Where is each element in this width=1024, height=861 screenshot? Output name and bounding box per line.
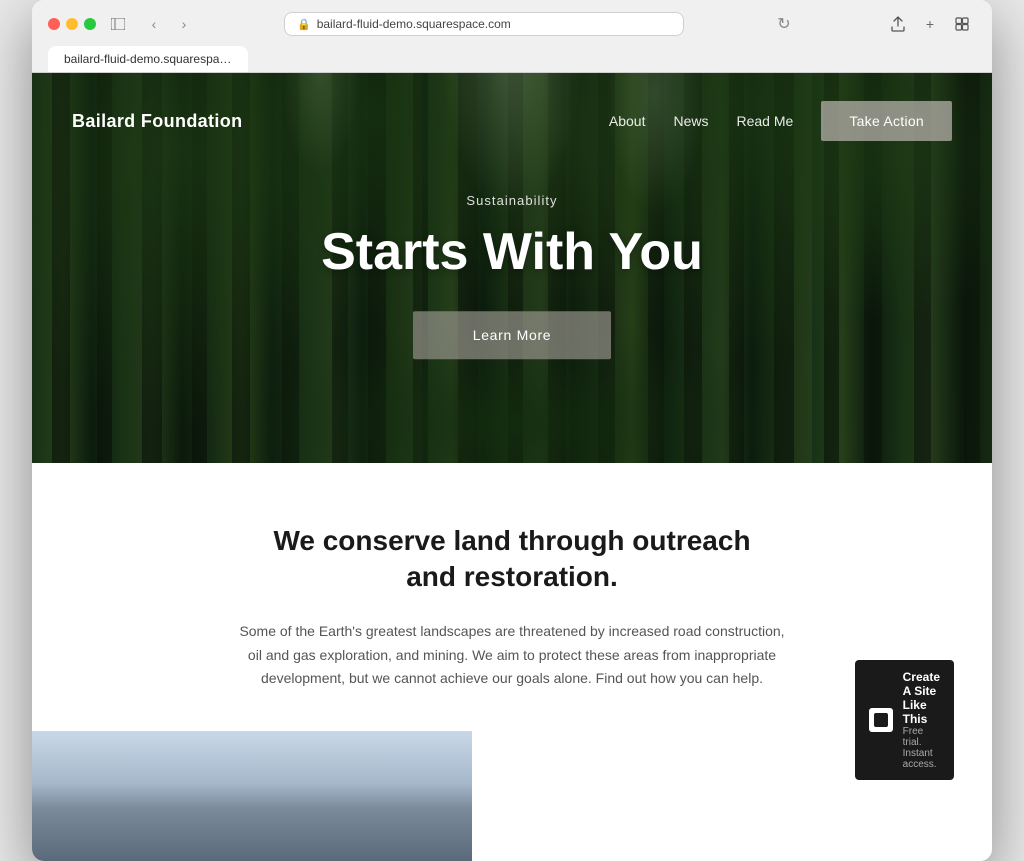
hero-eyebrow: Sustainability (212, 193, 812, 208)
sidebar-toggle-icon[interactable] (108, 14, 128, 34)
tab-bar: bailard-fluid-demo.squarespace.com (48, 46, 976, 72)
content-body: Some of the Earth's greatest landscapes … (232, 620, 792, 691)
content-section: We conserve land through outreach and re… (32, 463, 992, 731)
hero-section: Bailard Foundation About News Read Me Ta… (32, 73, 992, 463)
browser-chrome: ‹ › 🔒 bailard-fluid-demo.squarespace.com… (32, 0, 992, 73)
address-bar[interactable]: 🔒 bailard-fluid-demo.squarespace.com (284, 12, 684, 36)
bottom-section (32, 731, 992, 861)
lock-icon: 🔒 (297, 18, 311, 31)
new-tab-button[interactable]: + (916, 10, 944, 38)
badge-title: Create A Site Like This (903, 670, 940, 726)
minimize-button[interactable] (66, 18, 78, 30)
browser-actions: + (884, 10, 976, 38)
site-content: Bailard Foundation About News Read Me Ta… (32, 73, 992, 861)
nav-buttons: ‹ › (140, 10, 198, 38)
browser-window: ‹ › 🔒 bailard-fluid-demo.squarespace.com… (32, 0, 992, 861)
close-button[interactable] (48, 18, 60, 30)
thumbnail-image (32, 731, 472, 861)
hero-content: Sustainability Starts With You Learn Mor… (212, 193, 812, 359)
nav-links: About News Read Me Take Action (609, 101, 952, 141)
nav-cta-button[interactable]: Take Action (821, 101, 952, 141)
hero-title: Starts With You (212, 224, 812, 281)
url-text: bailard-fluid-demo.squarespace.com (317, 17, 511, 31)
windows-button[interactable] (948, 10, 976, 38)
nav-news[interactable]: News (673, 113, 708, 129)
share-button[interactable] (884, 10, 912, 38)
hero-cta-button[interactable]: Learn More (413, 311, 612, 359)
back-button[interactable]: ‹ (140, 10, 168, 38)
nav-about[interactable]: About (609, 113, 646, 129)
traffic-lights (48, 18, 96, 30)
squarespace-logo-icon (869, 708, 893, 732)
badge-subtitle: Free trial. Instant access. (903, 726, 940, 770)
site-nav: Bailard Foundation About News Read Me Ta… (32, 73, 992, 169)
content-headline: We conserve land through outreach and re… (272, 523, 752, 596)
badge-text: Create A Site Like This Free trial. Inst… (903, 670, 940, 770)
maximize-button[interactable] (84, 18, 96, 30)
squarespace-badge[interactable]: Create A Site Like This Free trial. Inst… (855, 660, 954, 780)
reload-button[interactable]: ↻ (770, 10, 798, 38)
site-logo: Bailard Foundation (72, 111, 242, 132)
nav-read-me[interactable]: Read Me (737, 113, 794, 129)
active-tab[interactable]: bailard-fluid-demo.squarespace.com (48, 46, 248, 72)
forward-button[interactable]: › (170, 10, 198, 38)
